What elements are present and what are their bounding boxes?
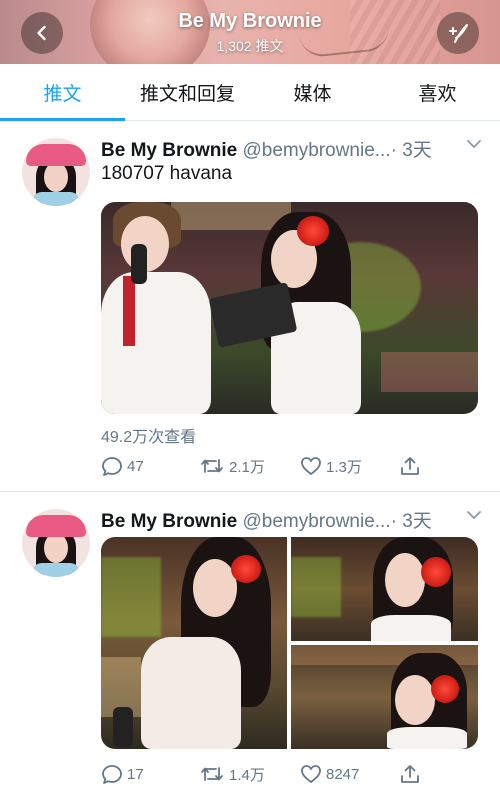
tweet-photo[interactable] xyxy=(101,202,478,414)
reply-icon xyxy=(102,457,122,476)
share-button[interactable] xyxy=(399,455,421,477)
tweet-photo[interactable] xyxy=(101,537,287,749)
chevron-down-icon[interactable] xyxy=(466,138,482,150)
tab-media[interactable]: 媒体 xyxy=(250,64,375,120)
author-name[interactable]: Be My Brownie xyxy=(101,140,237,161)
like-count: 1.3万 xyxy=(326,458,362,476)
tweet-text: 180707 havana xyxy=(101,163,233,184)
heart-icon xyxy=(301,765,321,783)
reply-button[interactable]: 47 xyxy=(101,455,144,477)
author-handle[interactable]: @bemybrownie... xyxy=(242,140,390,161)
author-name[interactable]: Be My Brownie xyxy=(101,511,237,532)
tweet-actions: 47 2.1万 1.3万 xyxy=(101,455,431,481)
tab-tweets-and-replies[interactable]: 推文和回复 xyxy=(125,64,250,120)
share-icon xyxy=(401,457,419,475)
tweet[interactable]: Be My Brownie @bemybrownie...· 3天 180707… xyxy=(0,122,500,492)
header-title: Be My Brownie xyxy=(178,10,322,32)
reply-count: 17 xyxy=(127,765,144,783)
tweet-count: 1,302 推文 xyxy=(216,38,284,54)
retweet-button[interactable]: 2.1万 xyxy=(199,455,265,477)
tweet-photo-grid xyxy=(101,537,478,749)
retweet-count: 2.1万 xyxy=(229,458,265,476)
compose-button[interactable] xyxy=(437,12,479,54)
tweet-header: Be My Brownie @bemybrownie...· 3天 xyxy=(101,135,491,161)
reply-count: 47 xyxy=(127,457,144,475)
tab-likes[interactable]: 喜欢 xyxy=(375,64,500,120)
chevron-down-icon[interactable] xyxy=(466,509,482,521)
heart-icon xyxy=(301,457,321,475)
compose-feather-icon xyxy=(449,24,468,43)
tweet-time: · 3天 xyxy=(390,511,432,532)
tweet-photo[interactable] xyxy=(291,537,478,641)
profile-header: Be My Brownie 1,302 推文 xyxy=(0,0,500,64)
tweet-time: · 3天 xyxy=(390,140,432,161)
retweet-icon xyxy=(201,459,223,473)
tweet-actions: 17 1.4万 8247 xyxy=(101,763,431,789)
view-count: 49.2万次查看 xyxy=(101,429,197,446)
profile-tabs: 推文 推文和回复 媒体 喜欢 xyxy=(0,64,500,121)
tweet[interactable]: Be My Brownie @bemybrownie...· 3天 17 1.4… xyxy=(0,493,500,799)
author-handle[interactable]: @bemybrownie... xyxy=(242,511,390,532)
avatar[interactable] xyxy=(22,509,90,577)
avatar[interactable] xyxy=(22,138,90,206)
share-button[interactable] xyxy=(399,763,421,785)
like-button[interactable]: 8247 xyxy=(300,763,359,785)
like-count: 8247 xyxy=(326,765,360,783)
tab-tweets[interactable]: 推文 xyxy=(0,64,125,121)
tweet-header: Be My Brownie @bemybrownie...· 3天 xyxy=(101,506,491,532)
retweet-icon xyxy=(201,767,223,781)
retweet-button[interactable]: 1.4万 xyxy=(199,763,265,785)
retweet-count: 1.4万 xyxy=(229,766,265,784)
reply-button[interactable]: 17 xyxy=(101,763,144,785)
reply-icon xyxy=(102,765,122,784)
tweet-photo[interactable] xyxy=(291,645,478,749)
like-button[interactable]: 1.3万 xyxy=(300,455,362,477)
share-icon xyxy=(401,765,419,783)
